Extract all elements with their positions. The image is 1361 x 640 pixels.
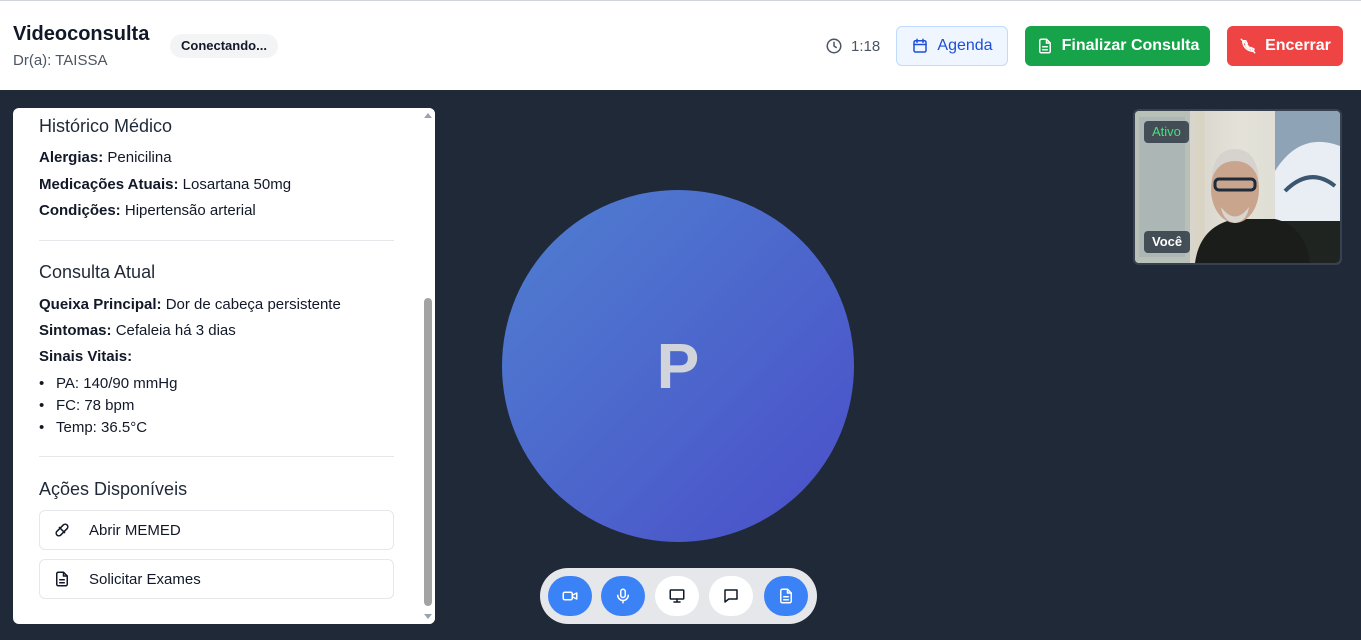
vital-sign-text: Temp: 36.5°C (56, 419, 148, 436)
monitor-icon (669, 589, 685, 603)
page-title: Videoconsulta (13, 23, 150, 45)
allergies-label: Alergias: (39, 149, 104, 166)
connection-status-badge: Conectando... (170, 34, 278, 58)
end-label: Encerrar (1265, 37, 1331, 54)
end-call-button[interactable]: Encerrar (1227, 26, 1343, 66)
microphone-icon (617, 588, 629, 604)
request-exams-button[interactable]: Solicitar Exames (39, 559, 394, 599)
finalize-consultation-button[interactable]: Finalizar Consulta (1025, 26, 1210, 66)
top-bar: Videoconsulta Dr(a): TAISSA Conectando..… (0, 0, 1361, 90)
active-status-badge: Ativo (1144, 121, 1189, 143)
scroll-up-arrow[interactable] (424, 113, 432, 118)
current-consultation-title: Consulta Atual (39, 262, 156, 282)
allergies-field: Alergias: Penicilina (39, 149, 172, 166)
call-controls-bar (540, 568, 817, 624)
medications-field: Medicações Atuais: Losartana 50mg (39, 176, 291, 193)
symptoms-value: Cefaleia há 3 dias (115, 322, 236, 339)
calendar-icon (913, 38, 928, 53)
chat-bubble-icon (724, 589, 738, 603)
conditions-value: Hipertensão arterial (124, 202, 256, 219)
medical-history-title: Histórico Médico (39, 116, 173, 136)
video-camera-icon (562, 591, 578, 601)
symptoms-label: Sintomas: (39, 322, 112, 339)
medications-value: Losartana 50mg (182, 176, 292, 193)
main-complaint-value: Dor de cabeça persistente (165, 296, 341, 313)
vital-signs-label: Sinais Vitais: (39, 348, 132, 365)
avatar-initial: P (656, 330, 700, 402)
panel-scrollbar[interactable] (421, 108, 435, 624)
main-complaint-field: Queixa Principal: Dor de cabeça persiste… (39, 296, 341, 313)
allergies-value: Penicilina (107, 149, 172, 166)
document-icon (780, 588, 792, 604)
phone-off-icon (1240, 38, 1256, 54)
file-text-icon (56, 571, 68, 587)
conditions-field: Condições: Hipertensão arterial (39, 202, 256, 219)
self-video-preview[interactable]: Ativo Você (1133, 109, 1342, 265)
microphone-toggle-button[interactable] (601, 576, 645, 616)
section-divider (39, 240, 394, 241)
camera-toggle-button[interactable] (548, 576, 592, 616)
vital-signs-heading: Sinais Vitais: (39, 348, 133, 365)
pill-icon (55, 523, 69, 537)
self-label-badge: Você (1144, 231, 1191, 253)
vital-sign-text: PA: 140/90 mmHg (56, 375, 178, 392)
main-complaint-label: Queixa Principal: (39, 296, 162, 313)
scroll-down-arrow[interactable] (424, 614, 432, 619)
chat-button[interactable] (709, 576, 753, 616)
timer-value: 1:18 (851, 37, 881, 55)
medications-label: Medicações Atuais: (39, 176, 179, 193)
notes-button[interactable] (764, 576, 808, 616)
doctor-name: Dr(a): TAISSA (13, 52, 108, 69)
symptoms-field: Sintomas: Cefaleia há 3 dias (39, 322, 236, 339)
finalize-label: Finalizar Consulta (1061, 37, 1200, 54)
clock-icon (826, 38, 842, 54)
call-timer: 1:18 (825, 36, 880, 56)
conditions-label: Condições: (39, 202, 121, 219)
patient-info-panel: Histórico Médico Alergias: Penicilina Me… (13, 108, 435, 624)
document-icon (1038, 38, 1051, 54)
scroll-thumb[interactable] (424, 298, 432, 606)
screen-share-button[interactable] (655, 576, 699, 616)
open-memed-label: Abrir MEMED (89, 521, 181, 539)
open-memed-button[interactable]: Abrir MEMED (39, 510, 394, 550)
remote-participant-avatar: P (502, 190, 854, 542)
request-exams-label: Solicitar Exames (89, 570, 201, 588)
vital-sign-text: FC: 78 bpm (56, 397, 135, 414)
agenda-label: Agenda (937, 37, 993, 54)
agenda-button[interactable]: Agenda (896, 26, 1008, 66)
section-divider (39, 456, 394, 457)
available-actions-title: Ações Disponíveis (39, 479, 188, 499)
